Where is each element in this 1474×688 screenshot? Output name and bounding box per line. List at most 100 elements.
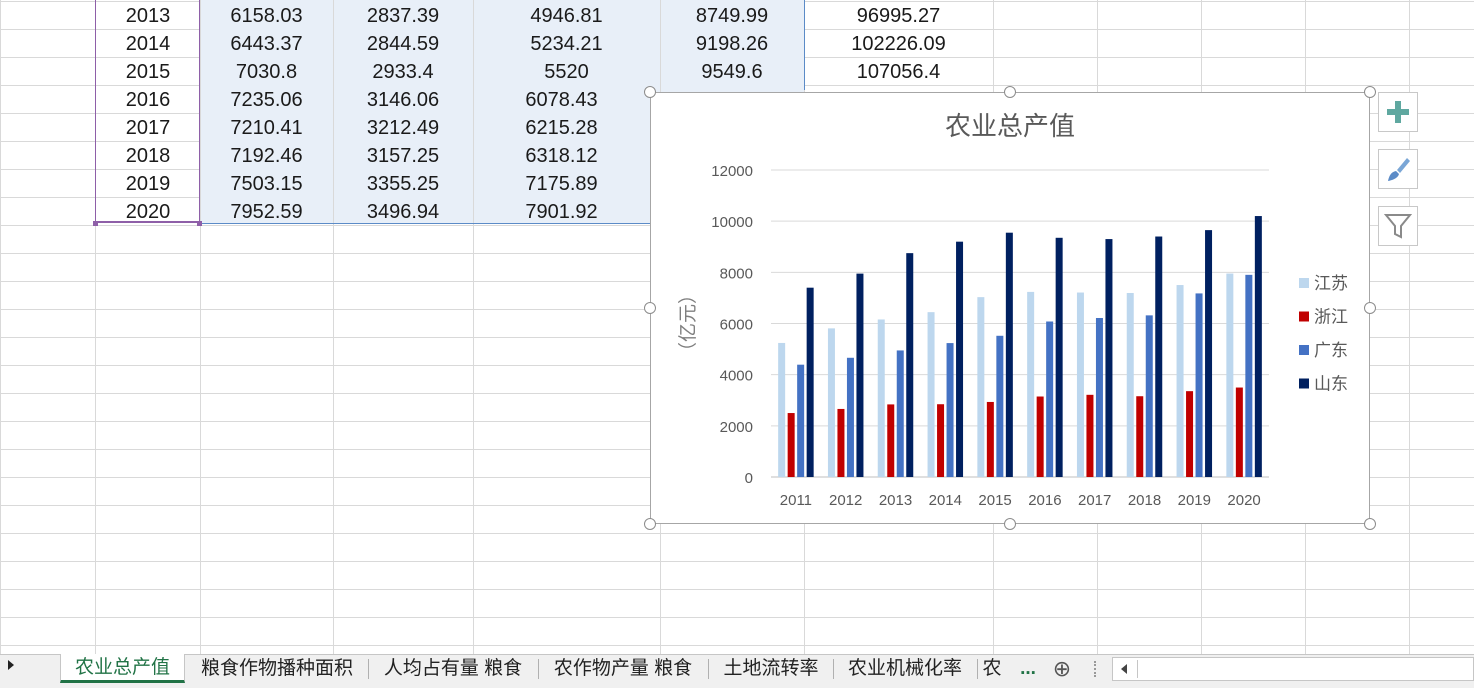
legend-label[interactable]: 浙江 (1314, 308, 1348, 328)
cell-value[interactable]: 6078.43 (473, 85, 650, 113)
bar-2014-0[interactable] (927, 312, 935, 477)
bar-2013-3[interactable] (906, 253, 914, 477)
legend-label[interactable]: 山东 (1314, 375, 1348, 395)
bar-2012-1[interactable] (837, 408, 845, 477)
cell-value[interactable]: 9198.26 (660, 29, 804, 57)
cell-value[interactable]: 7235.06 (200, 85, 333, 113)
cell-value[interactable]: 3157.25 (333, 141, 473, 169)
bar-2020-2[interactable] (1245, 274, 1253, 477)
tab-land-transfer[interactable]: 土地流转率 (710, 655, 832, 683)
horizontal-scrollbar[interactable] (1112, 657, 1474, 681)
bar-2012-2[interactable] (846, 357, 854, 477)
chart-object[interactable]: 农业总产值 （亿元） 0 2000 4000 6000 8000 10000 12000 2… (650, 92, 1370, 524)
cell-value[interactable]: 2837.39 (333, 1, 473, 29)
bar-2016-1[interactable] (1036, 396, 1044, 477)
bar-2020-3[interactable] (1254, 216, 1262, 478)
scroll-left-icon[interactable] (1121, 664, 1127, 674)
cell-year[interactable]: 2013 (96, 1, 200, 29)
resize-handle[interactable] (1364, 86, 1376, 98)
bar-2015-3[interactable] (1005, 232, 1013, 477)
bar-2016-2[interactable] (1046, 321, 1054, 477)
bar-2015-0[interactable] (977, 297, 985, 477)
cell-value[interactable]: 3355.25 (333, 169, 473, 197)
bar-2014-1[interactable] (937, 404, 945, 477)
bar-2015-2[interactable] (996, 335, 1004, 477)
bar-2018-3[interactable] (1155, 236, 1163, 477)
tab-agri-output[interactable]: 农业总产值 (60, 654, 185, 683)
bar-2011-1[interactable] (787, 413, 795, 477)
bar-2013-1[interactable] (887, 404, 895, 477)
cell-value[interactable]: 9549.6 (660, 57, 804, 85)
cell-value[interactable]: 3212.49 (333, 113, 473, 141)
cell-year[interactable]: 2017 (96, 113, 200, 141)
cell-value[interactable]: 2844.59 (333, 29, 473, 57)
resize-handle[interactable] (1004, 86, 1016, 98)
bar-2017-3[interactable] (1105, 239, 1113, 477)
cell-value[interactable]: 107056.4 (804, 57, 993, 85)
cell-year[interactable]: 2016 (96, 85, 200, 113)
scroll-tabs-right-icon[interactable] (8, 660, 14, 670)
bar-2011-2[interactable] (797, 364, 805, 477)
chart-filters-button[interactable] (1378, 206, 1418, 246)
add-sheet-icon[interactable]: ⊕ (1048, 655, 1076, 683)
bar-2012-3[interactable] (856, 273, 864, 477)
cell-value[interactable]: 7503.15 (200, 169, 333, 197)
cell-value[interactable]: 7210.41 (200, 113, 333, 141)
tab-per-capita-grain[interactable]: 人均占有量 粮食 (370, 655, 536, 683)
cell-value[interactable]: 96995.27 (804, 1, 993, 29)
cell-year[interactable]: 2018 (96, 141, 200, 169)
bar-2017-2[interactable] (1095, 317, 1103, 477)
legend-label[interactable]: 江苏 (1314, 274, 1348, 294)
bar-2019-3[interactable] (1205, 230, 1213, 477)
bar-2014-2[interactable] (946, 343, 954, 477)
bar-2020-1[interactable] (1235, 387, 1243, 477)
bar-2011-3[interactable] (806, 287, 814, 477)
cell-value[interactable]: 7192.46 (200, 141, 333, 169)
cell-value[interactable]: 7901.92 (473, 197, 650, 225)
bar-2012-0[interactable] (827, 328, 835, 477)
cell-value[interactable]: 3496.94 (333, 197, 473, 225)
cell-value[interactable]: 6215.28 (473, 113, 650, 141)
bar-2016-0[interactable] (1027, 291, 1035, 477)
bar-2011-0[interactable] (778, 342, 786, 477)
cell-value[interactable]: 2933.4 (333, 57, 473, 85)
bar-2018-0[interactable] (1126, 292, 1134, 477)
tab-mechanization[interactable]: 农业机械化率 (835, 655, 975, 683)
cell-value[interactable]: 7952.59 (200, 197, 333, 225)
cell-year[interactable]: 2020 (96, 197, 200, 225)
resize-handle[interactable] (644, 302, 656, 314)
bar-2017-0[interactable] (1076, 292, 1084, 477)
bar-2017-1[interactable] (1086, 394, 1094, 477)
bar-2018-1[interactable] (1136, 396, 1144, 477)
bar-2013-2[interactable] (896, 350, 904, 477)
cell-year[interactable]: 2014 (96, 29, 200, 57)
tab-crop-output-grain[interactable]: 农作物产量 粮食 (540, 655, 706, 683)
legend-label[interactable]: 广东 (1314, 341, 1348, 361)
tab-splitter[interactable] (1094, 661, 1098, 677)
chart-title[interactable]: 农业总产值 (945, 112, 1075, 142)
tab-grain-area[interactable]: 粮食作物播种面积 (188, 655, 366, 683)
bar-2020-0[interactable] (1226, 273, 1234, 477)
cell-value[interactable]: 102226.09 (804, 29, 993, 57)
cell-value[interactable]: 8749.99 (660, 1, 804, 29)
tab-truncated[interactable]: 农 (980, 655, 1004, 683)
cell-year[interactable]: 2019 (96, 169, 200, 197)
y-axis-title[interactable]: （亿元） (677, 285, 699, 361)
cell-value[interactable]: 7175.89 (473, 169, 650, 197)
resize-handle[interactable] (1004, 518, 1016, 530)
chart-styles-button[interactable] (1378, 149, 1418, 189)
cell-year[interactable]: 2015 (96, 57, 200, 85)
chart-elements-button[interactable] (1378, 92, 1418, 132)
cell-value[interactable]: 6443.37 (200, 29, 333, 57)
bar-2018-2[interactable] (1145, 315, 1153, 477)
cell-value[interactable]: 6318.12 (473, 141, 650, 169)
cell-value[interactable]: 7030.8 (200, 57, 333, 85)
bar-2019-1[interactable] (1186, 391, 1194, 477)
bar-2019-2[interactable] (1195, 293, 1203, 477)
resize-handle[interactable] (1364, 302, 1376, 314)
bar-2016-3[interactable] (1055, 237, 1063, 477)
bar-2019-0[interactable] (1176, 285, 1184, 477)
cell-value[interactable]: 6158.03 (200, 1, 333, 29)
resize-handle[interactable] (644, 86, 656, 98)
bar-2014-3[interactable] (956, 241, 964, 477)
